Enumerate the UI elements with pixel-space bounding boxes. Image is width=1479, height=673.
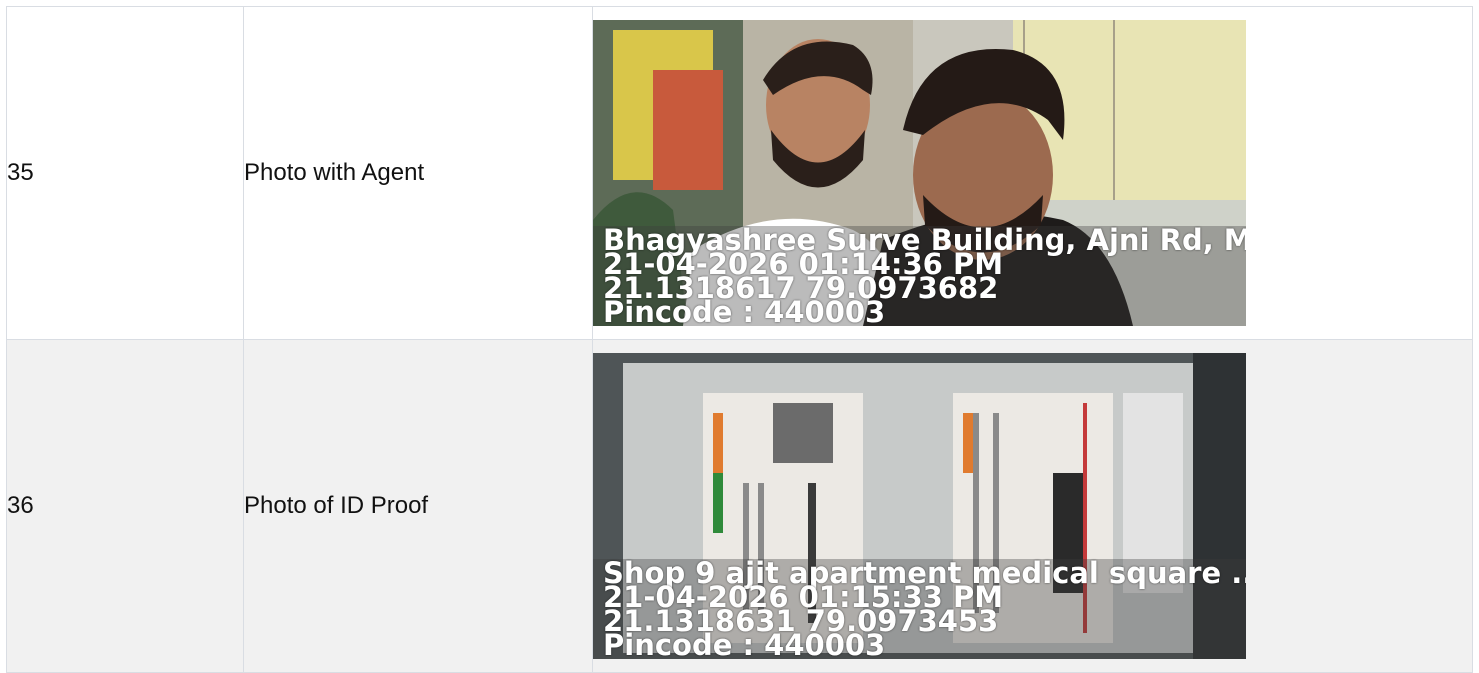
row-label: Photo of ID Proof	[243, 339, 593, 673]
photo-cell: Bhagyashree Surve Building, Ajni Rd, Med…	[592, 6, 1473, 340]
table-row: 35 Photo with Agent Bhagyashree Surve Bu…	[6, 6, 1473, 340]
row-number: 36	[6, 339, 244, 673]
id-proof-photo[interactable]: Shop 9 ajit apartment medical square ...…	[593, 353, 1246, 659]
row-number: 35	[6, 6, 244, 340]
photo-stamp: Bhagyashree Surve Building, Ajni Rd, Med…	[603, 226, 1246, 327]
table-row: 36 Photo of ID Proof Shop 9 ajit apartme…	[6, 339, 1473, 673]
agent-selfie-photo[interactable]: Bhagyashree Surve Building, Ajni Rd, Med…	[593, 20, 1246, 326]
photo-stamp: Shop 9 ajit apartment medical square ...…	[603, 559, 1246, 660]
row-label: Photo with Agent	[243, 6, 593, 340]
photo-table: 35 Photo with Agent Bhagyashree Surve Bu…	[6, 6, 1473, 673]
photo-cell: Shop 9 ajit apartment medical square ...…	[592, 339, 1473, 673]
